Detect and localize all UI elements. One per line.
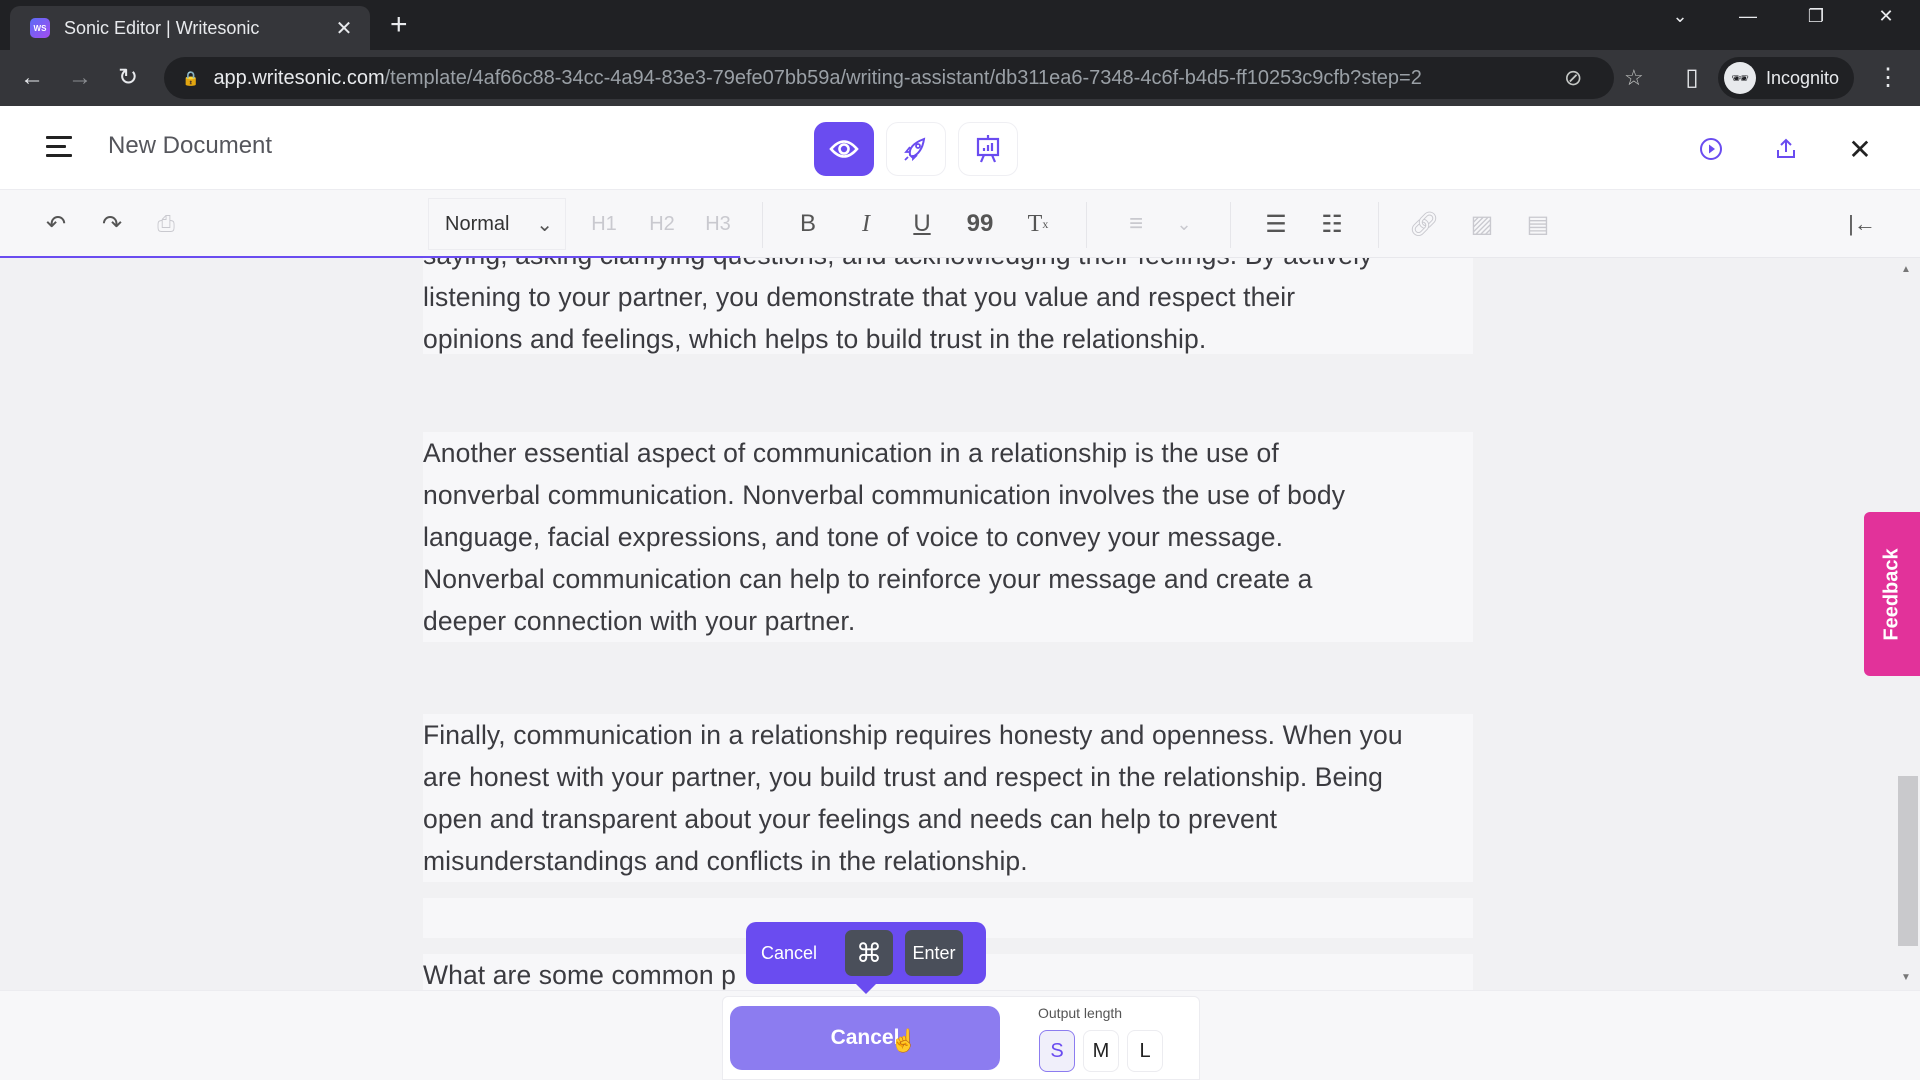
tab-close-icon[interactable]: ✕ — [332, 16, 356, 41]
shortcut-tooltip: Cancel ⌘ Enter — [746, 922, 986, 994]
document-editor[interactable]: saying, asking clarifying questions, and… — [0, 258, 1920, 990]
bullet-list-button[interactable]: ☰ — [1260, 208, 1292, 240]
video-icon[interactable]: ▤ — [1522, 208, 1554, 240]
tab-title: Sonic Editor | Writesonic — [64, 17, 260, 38]
play-button[interactable] — [1688, 126, 1734, 172]
text-line: deeper connection with your partner. — [423, 606, 856, 636]
clear-format-button[interactable]: Tx — [1020, 208, 1056, 240]
paragraph-style-select[interactable]: Normal ⌄ — [428, 198, 566, 250]
text-line: Another essential aspect of communicatio… — [423, 438, 1279, 468]
text-line: opinions and feelings, which helps to bu… — [423, 324, 1207, 354]
side-panel-icon[interactable]: ▯ — [1676, 62, 1708, 94]
close-editor-icon[interactable]: ✕ — [1837, 126, 1883, 172]
browser-tab-bar: WS Sonic Editor | Writesonic ✕ + ⌄ — ❐ ✕ — [0, 0, 1920, 50]
eye-off-icon[interactable]: ⊘ — [1564, 65, 1582, 91]
rocket-mode-button[interactable] — [886, 122, 946, 176]
align-button[interactable]: ≡ — [1118, 208, 1154, 240]
blockquote-button[interactable]: 99 — [962, 208, 998, 240]
restore-icon[interactable]: ❐ — [1796, 6, 1836, 27]
length-small-button[interactable]: S — [1039, 1030, 1075, 1072]
underline-button[interactable]: U — [906, 208, 938, 240]
length-large-button[interactable]: L — [1127, 1030, 1163, 1072]
align-chevron-icon[interactable]: ⌄ — [1172, 208, 1196, 240]
paragraph[interactable]: Finally, communication in a relationship… — [423, 714, 1473, 882]
text-line: language, facial expressions, and tone o… — [423, 522, 1284, 552]
export-button[interactable] — [1763, 126, 1809, 172]
paragraph-style-value: Normal — [445, 212, 510, 235]
formatting-toolbar: ↶ ↷ ⎙ Normal ⌄ H1 H2 H3 B I U 99 Tx ≡ ⌄ … — [0, 190, 1920, 258]
numbered-list-button[interactable]: ☷ — [1316, 208, 1348, 240]
toolbar-divider — [762, 202, 763, 248]
tooltip-cancel-label: Cancel — [761, 942, 818, 963]
incognito-profile[interactable]: 🕶 Incognito — [1718, 57, 1854, 99]
undo-icon[interactable]: ↶ — [40, 208, 72, 240]
redo-icon[interactable]: ↷ — [96, 208, 128, 240]
paragraph[interactable]: Another essential aspect of communicatio… — [423, 432, 1473, 642]
new-tab-button[interactable]: + — [390, 10, 408, 40]
presentation-mode-button[interactable] — [958, 122, 1018, 176]
enter-key: Enter — [905, 930, 964, 976]
link-icon[interactable]: 🔗︎ — [1408, 208, 1440, 240]
text-line: Finally, communication in a relationship… — [423, 720, 1403, 750]
incognito-label: Incognito — [1766, 67, 1840, 88]
scrollbar-thumb[interactable] — [1898, 776, 1918, 946]
url-field[interactable]: 🔒 app.writesonic.com /template/4af66c88-… — [164, 57, 1644, 99]
editor-header: New Document ✕ — [0, 106, 1920, 190]
tab-search-icon[interactable]: ⌄ — [1660, 6, 1700, 27]
toolbar-divider — [1086, 202, 1087, 248]
heading3-button[interactable]: H3 — [700, 208, 736, 240]
browser-menu-icon[interactable]: ⋮ — [1872, 62, 1904, 94]
text-line: saying, asking clarifying questions, and… — [423, 258, 1473, 276]
toolbar-divider — [1230, 202, 1231, 248]
feedback-button[interactable]: Feedback — [1864, 512, 1920, 676]
toolbar-divider — [1378, 202, 1379, 248]
incognito-icon: 🕶 — [1724, 62, 1756, 94]
image-icon[interactable]: ▨ — [1466, 208, 1498, 240]
eye-icon — [829, 140, 859, 158]
hand-pointer-cursor-icon: ☝ — [890, 1028, 918, 1053]
reload-icon[interactable]: ↻ — [112, 62, 144, 94]
bookmark-star-icon[interactable]: ☆ — [1624, 65, 1644, 91]
collapse-panel-icon[interactable]: |← — [1842, 208, 1882, 240]
play-circle-icon — [1700, 138, 1722, 160]
text-line: listening to your partner, you demonstra… — [423, 282, 1296, 312]
forward-icon[interactable]: → — [64, 62, 96, 94]
clear-format-icon: T — [1027, 210, 1043, 237]
rocket-icon — [904, 137, 926, 162]
text-line: nonverbal communication. Nonverbal commu… — [423, 480, 1346, 510]
minimize-icon[interactable]: — — [1728, 6, 1768, 27]
paragraph[interactable]: saying, asking clarifying questions, and… — [423, 258, 1473, 354]
scroll-down-icon[interactable]: ▼ — [1901, 972, 1911, 983]
share-upload-icon — [1777, 138, 1795, 158]
text-line: open and transparent about your feelings… — [423, 804, 1278, 834]
chevron-down-icon: ⌄ — [536, 213, 553, 236]
url-path: /template/4af66c88-34cc-4a94-83e3-79efe0… — [384, 66, 1422, 89]
hamburger-menu-icon[interactable] — [46, 136, 72, 158]
browser-tab[interactable]: WS Sonic Editor | Writesonic ✕ — [10, 6, 370, 50]
preview-mode-button[interactable] — [814, 122, 874, 176]
window-close-icon[interactable]: ✕ — [1866, 6, 1906, 27]
back-icon[interactable]: ← — [16, 62, 48, 94]
output-length-label: Output length — [1038, 1005, 1123, 1021]
length-medium-button[interactable]: M — [1083, 1030, 1119, 1072]
command-key-icon: ⌘ — [845, 930, 894, 976]
lock-icon: 🔒 — [182, 69, 200, 86]
italic-button[interactable]: I — [850, 208, 882, 240]
text-line: are honest with your partner, you build … — [423, 762, 1384, 792]
cancel-generation-button[interactable]: Cancel — [730, 1006, 1000, 1070]
document-title[interactable]: New Document — [108, 132, 272, 160]
writesonic-favicon-icon: WS — [30, 18, 50, 38]
heading2-button[interactable]: H2 — [644, 208, 680, 240]
bold-button[interactable]: B — [792, 208, 824, 240]
feedback-label: Feedback — [1880, 547, 1903, 641]
heading1-button[interactable]: H1 — [586, 208, 622, 240]
browser-address-bar: ← → ↻ 🔒 app.writesonic.com /template/4af… — [0, 50, 1920, 106]
presentation-chart-icon — [976, 135, 1000, 163]
text-line: Nonverbal communication can help to rein… — [423, 564, 1313, 594]
text-line: misunderstandings and conflicts in the r… — [423, 846, 1028, 876]
print-icon[interactable]: ⎙ — [150, 208, 182, 240]
url-host: app.writesonic.com — [213, 66, 385, 89]
scroll-up-icon[interactable]: ▲ — [1901, 264, 1911, 275]
